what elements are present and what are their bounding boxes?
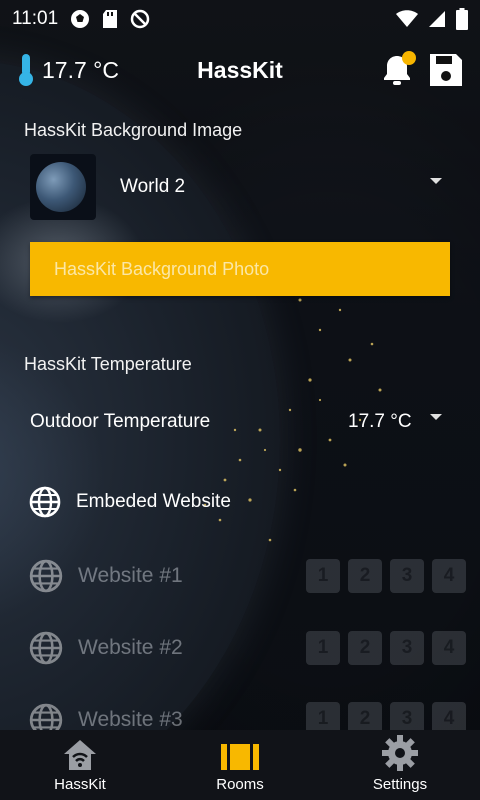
notification-badge xyxy=(402,51,416,65)
do-not-disturb-icon xyxy=(130,9,150,29)
nav-hasskit-label: HassKit xyxy=(54,776,106,793)
website-2-button-3[interactable]: 3 xyxy=(390,631,424,665)
website-row-1[interactable]: Website #1 xyxy=(28,556,183,596)
website-label: Website #1 xyxy=(78,564,183,587)
website-3-button-2[interactable]: 2 xyxy=(348,702,382,730)
background-section-title: HassKit Background Image xyxy=(24,120,243,140)
background-photo-button[interactable]: HassKit Background Photo xyxy=(30,242,450,296)
website-1-button-2[interactable]: 2 xyxy=(348,559,382,593)
website-2-button-1[interactable]: 1 xyxy=(306,631,340,665)
signal-icon xyxy=(428,10,446,28)
app-bar: 17.7 °C HassKit xyxy=(0,38,480,102)
bottom-navigation: HassKit Rooms Settings xyxy=(0,730,480,800)
website-label: Website #2 xyxy=(78,636,183,659)
background-selected-value: World 2 xyxy=(120,176,186,197)
globe-icon xyxy=(28,485,62,519)
nav-settings-label: Settings xyxy=(372,776,428,793)
embedded-website-label: Embeded Website xyxy=(76,491,231,512)
website-3-button-3[interactable]: 3 xyxy=(390,702,424,730)
clock: 11:01 xyxy=(12,8,59,29)
header-temperature-value: 17.7 °C xyxy=(42,56,119,83)
wifi-icon xyxy=(396,10,418,28)
settings-content: HassKit Background Image World 2 HassKit… xyxy=(0,102,480,730)
globe-icon xyxy=(28,558,64,594)
outdoor-temperature-label: Outdoor Temperature xyxy=(30,411,211,432)
chevron-down-icon xyxy=(430,414,442,420)
soccer-ball-icon xyxy=(70,9,90,29)
thermometer-icon xyxy=(16,53,36,87)
website-row-2[interactable]: Website #2 xyxy=(28,628,183,668)
nav-settings[interactable]: Settings xyxy=(320,730,480,800)
background-thumbnail xyxy=(30,154,96,220)
bell-icon[interactable] xyxy=(380,51,416,87)
status-bar: 11:01 xyxy=(0,0,480,38)
website-3-buttons: 1 2 3 4 xyxy=(306,702,466,730)
nav-rooms[interactable]: Rooms xyxy=(160,730,320,800)
sd-card-icon xyxy=(102,9,118,29)
header-temperature: 17.7 °C xyxy=(16,53,119,87)
chevron-down-icon xyxy=(430,178,442,184)
website-1-button-4[interactable]: 4 xyxy=(432,559,466,593)
globe-icon xyxy=(28,702,64,730)
gear-icon xyxy=(381,734,419,772)
website-3-button-4[interactable]: 4 xyxy=(432,702,466,730)
website-row-3[interactable]: Website #3 xyxy=(28,700,183,730)
website-3-button-1[interactable]: 1 xyxy=(306,702,340,730)
website-2-button-2[interactable]: 2 xyxy=(348,631,382,665)
globe-icon xyxy=(28,630,64,666)
save-icon[interactable] xyxy=(428,52,464,88)
battery-icon xyxy=(456,8,468,30)
outdoor-temperature-select[interactable]: Outdoor Temperature 17.7 °C xyxy=(0,404,480,440)
home-wifi-icon xyxy=(62,738,98,772)
embedded-website-header: Embeded Website xyxy=(28,482,231,522)
background-image-select[interactable]: World 2 xyxy=(30,154,450,220)
outdoor-temperature-value: 17.7 °C xyxy=(348,411,412,432)
temperature-section-title: HassKit Temperature xyxy=(24,354,192,374)
nav-rooms-label: Rooms xyxy=(216,776,264,793)
website-1-button-1[interactable]: 1 xyxy=(306,559,340,593)
website-label: Website #3 xyxy=(78,708,183,730)
rooms-icon xyxy=(220,742,260,772)
nav-hasskit[interactable]: HassKit xyxy=(0,730,160,800)
website-1-buttons: 1 2 3 4 xyxy=(306,559,466,593)
website-2-buttons: 1 2 3 4 xyxy=(306,631,466,665)
website-1-button-3[interactable]: 3 xyxy=(390,559,424,593)
website-2-button-4[interactable]: 4 xyxy=(432,631,466,665)
